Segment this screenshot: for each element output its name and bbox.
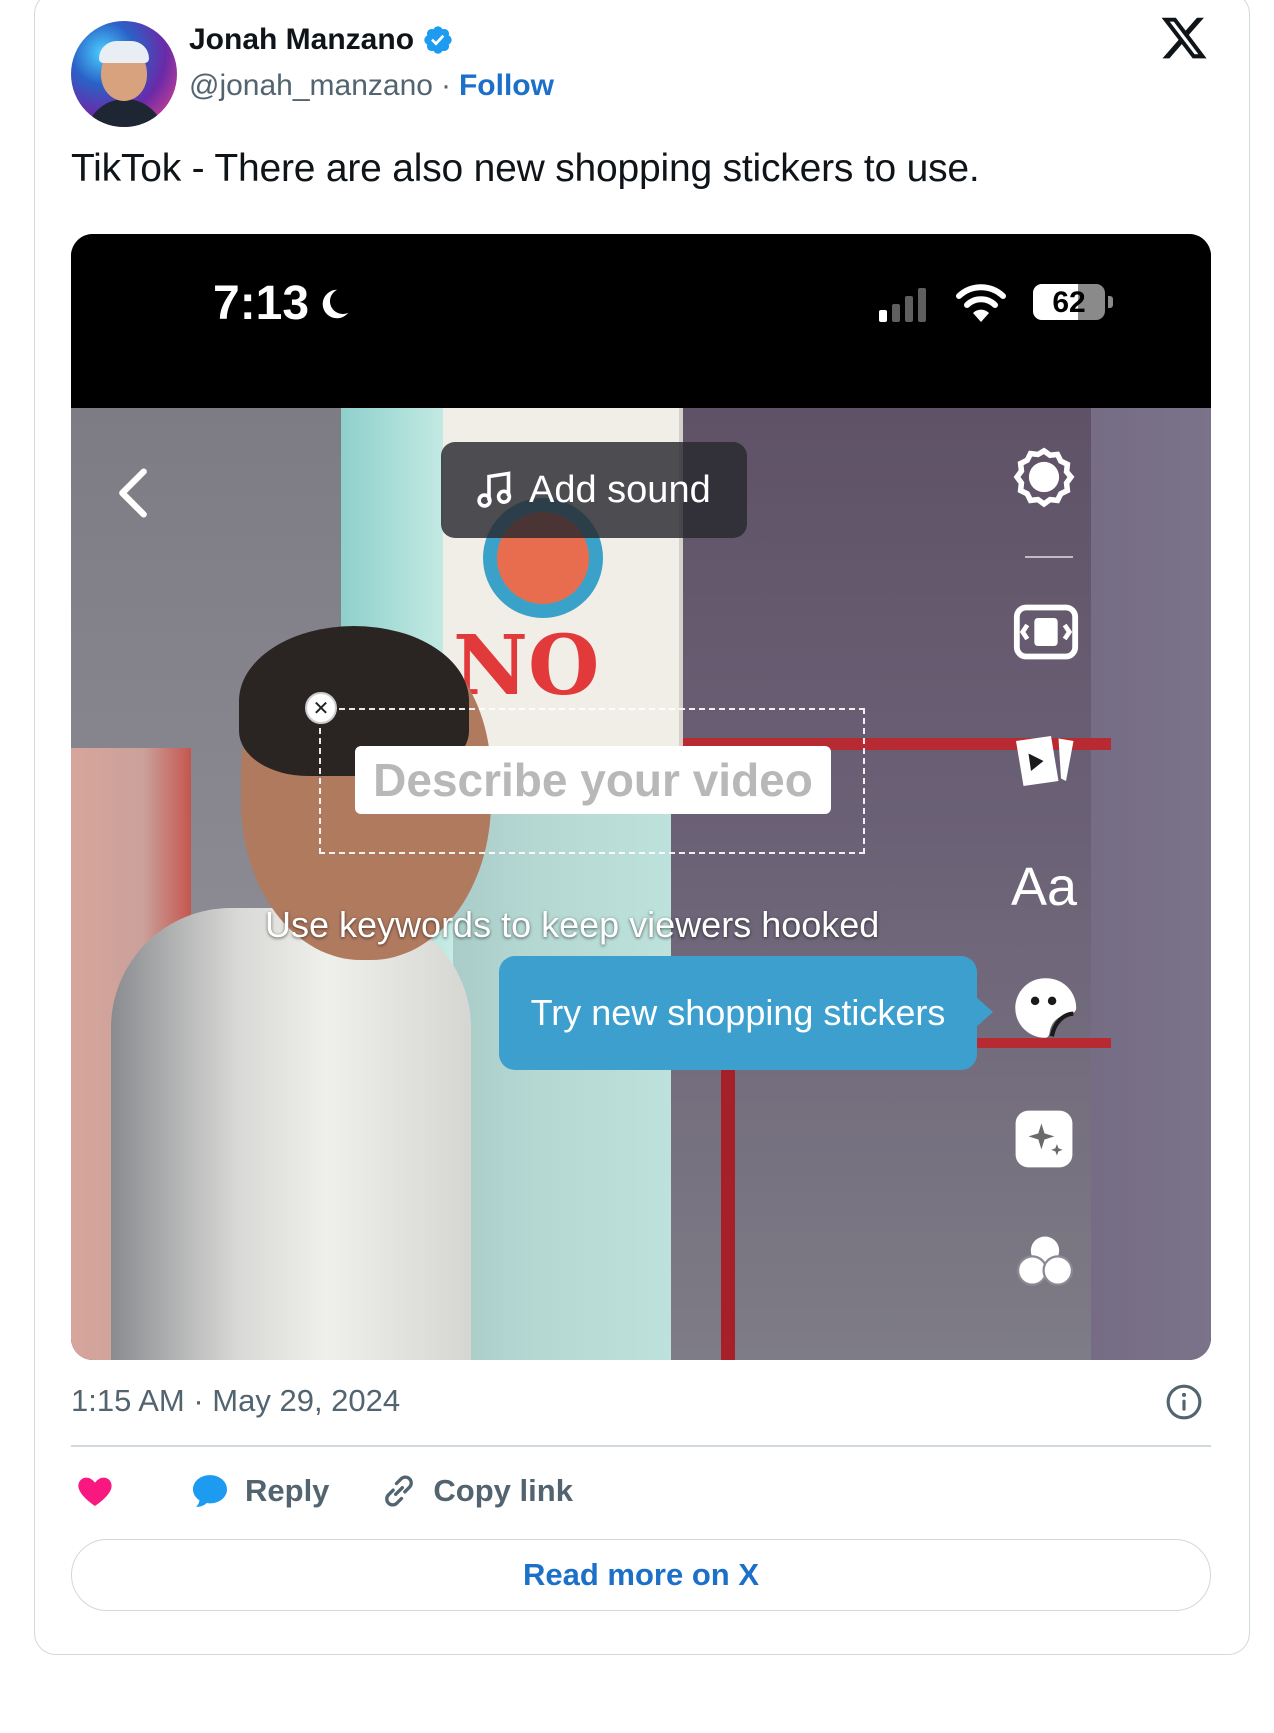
link-icon [385,1475,414,1507]
keywords-hint: Use keywords to keep viewers hooked [265,904,880,945]
battery-percent: 62 [1052,286,1086,319]
tweet-card: Jonah Manzano @jonah_manzano · Follow Ti… [34,0,1250,1655]
author-handle-row: @jonah_manzano · Follow [189,69,554,103]
add-sound-button[interactable]: Add sound [441,442,747,538]
tweet-timestamp[interactable]: 1:15 AM · May 29, 2024 [71,1383,400,1419]
music-note-icon [477,471,512,508]
action-bar: Reply Copy link [75,1471,573,1511]
author-name[interactable]: Jonah Manzano [189,23,414,57]
reply-label: Reply [245,1473,330,1508]
status-time: 7:13 [213,277,310,330]
flip-icon[interactable] [1013,604,1079,660]
add-sound-label: Add sound [529,468,711,511]
info-icon[interactable] [1165,1383,1203,1421]
verified-badge-icon [424,26,452,54]
heart-icon [78,1477,112,1506]
footer-divider [71,1445,1211,1447]
follow-link[interactable]: Follow [459,69,554,103]
back-chevron-icon[interactable] [115,468,151,518]
status-time-row: 7:13 [213,276,353,331]
settings-icon[interactable] [1011,444,1077,510]
describe-video-input[interactable]: Describe your video [355,746,831,814]
avatar[interactable] [71,21,177,127]
rail-divider [1025,556,1073,558]
copy-link-button[interactable]: Copy link [379,1471,573,1511]
phone-status-bar: 7:13 62 [71,234,1211,408]
shopping-stickers-tooltip[interactable]: Try new shopping stickers [499,956,993,1070]
reply-icon [193,1475,227,1507]
battery-indicator: 62 [1033,284,1105,320]
reply-button[interactable]: Reply [189,1471,329,1511]
x-logo-icon[interactable] [1159,13,1209,63]
copy-link-label: Copy link [433,1473,573,1508]
read-more-button[interactable]: Read more on X [71,1539,1211,1611]
wifi-icon [956,284,1006,322]
sticker-icon[interactable] [1011,730,1081,792]
moon-icon [322,289,349,318]
close-icon[interactable]: ✕ [305,692,337,724]
tweet-media[interactable]: 7:13 62 NO Add sound ✕ Describe your vid… [71,234,1211,1360]
author-handle[interactable]: @jonah_manzano [189,69,433,103]
effects-icon[interactable] [1013,1108,1075,1170]
signal-icon [879,286,926,322]
battery-tip [1108,296,1113,308]
video-preview: NO Add sound ✕ Describe your video Use k… [71,408,1211,1360]
text-icon[interactable]: Aa [1011,856,1077,918]
like-button[interactable] [75,1471,115,1511]
tweet-text: TikTok - There are also new shopping sti… [71,147,980,190]
author-name-row: Jonah Manzano [189,23,454,57]
emoji-sticker-icon[interactable] [1011,974,1079,1042]
separator-dot: · [440,69,451,102]
filters-icon[interactable] [1011,1228,1079,1296]
